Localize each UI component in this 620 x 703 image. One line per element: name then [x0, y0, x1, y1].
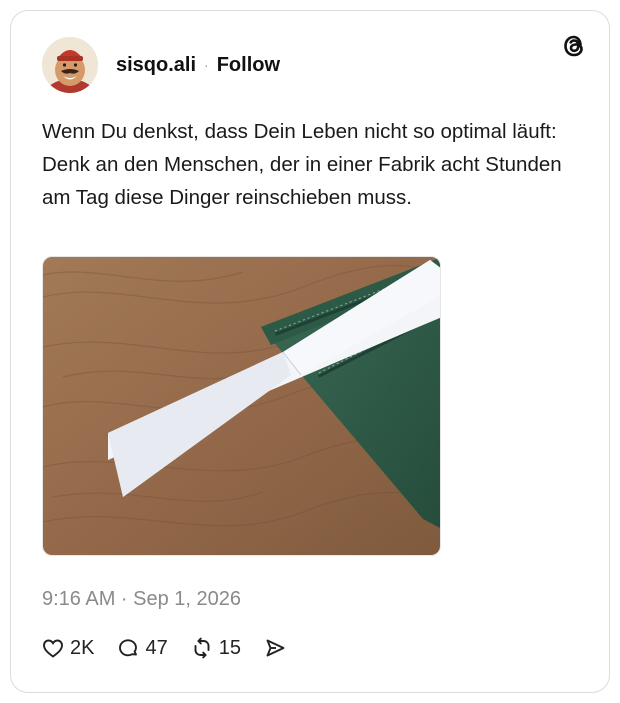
repost-count: 15 [218, 636, 241, 659]
post-timestamp[interactable]: 9:16 AM · Sep 1, 2026 [42, 588, 241, 611]
like-count: 2K [70, 636, 95, 659]
comment-icon [119, 639, 138, 657]
separator-dot: · [204, 57, 209, 73]
avatar[interactable] [42, 37, 98, 93]
post-header: sisqo.ali · Follow [42, 37, 280, 93]
threads-logo-icon[interactable] [561, 33, 587, 59]
heart-icon [43, 639, 63, 658]
repost-button[interactable]: 15 [190, 636, 241, 660]
action-bar: 2K 47 15 [41, 636, 309, 660]
reply-button[interactable]: 47 [116, 636, 168, 660]
repost-icon [194, 637, 210, 659]
photo-of-paper-strip-on-green-folder-icon [43, 257, 440, 555]
reply-count: 47 [145, 636, 168, 659]
share-button[interactable] [263, 636, 287, 660]
post-card: sisqo.ali · Follow Wenn Du denkst, dass … [10, 10, 610, 693]
like-button[interactable]: 2K [41, 636, 94, 660]
username[interactable]: sisqo.ali [116, 54, 196, 77]
post-text: Wenn Du denkst, dass Dein Leben nicht so… [42, 120, 562, 209]
share-icon [266, 639, 285, 657]
post-image[interactable] [42, 256, 441, 556]
follow-button[interactable]: Follow [217, 54, 280, 77]
